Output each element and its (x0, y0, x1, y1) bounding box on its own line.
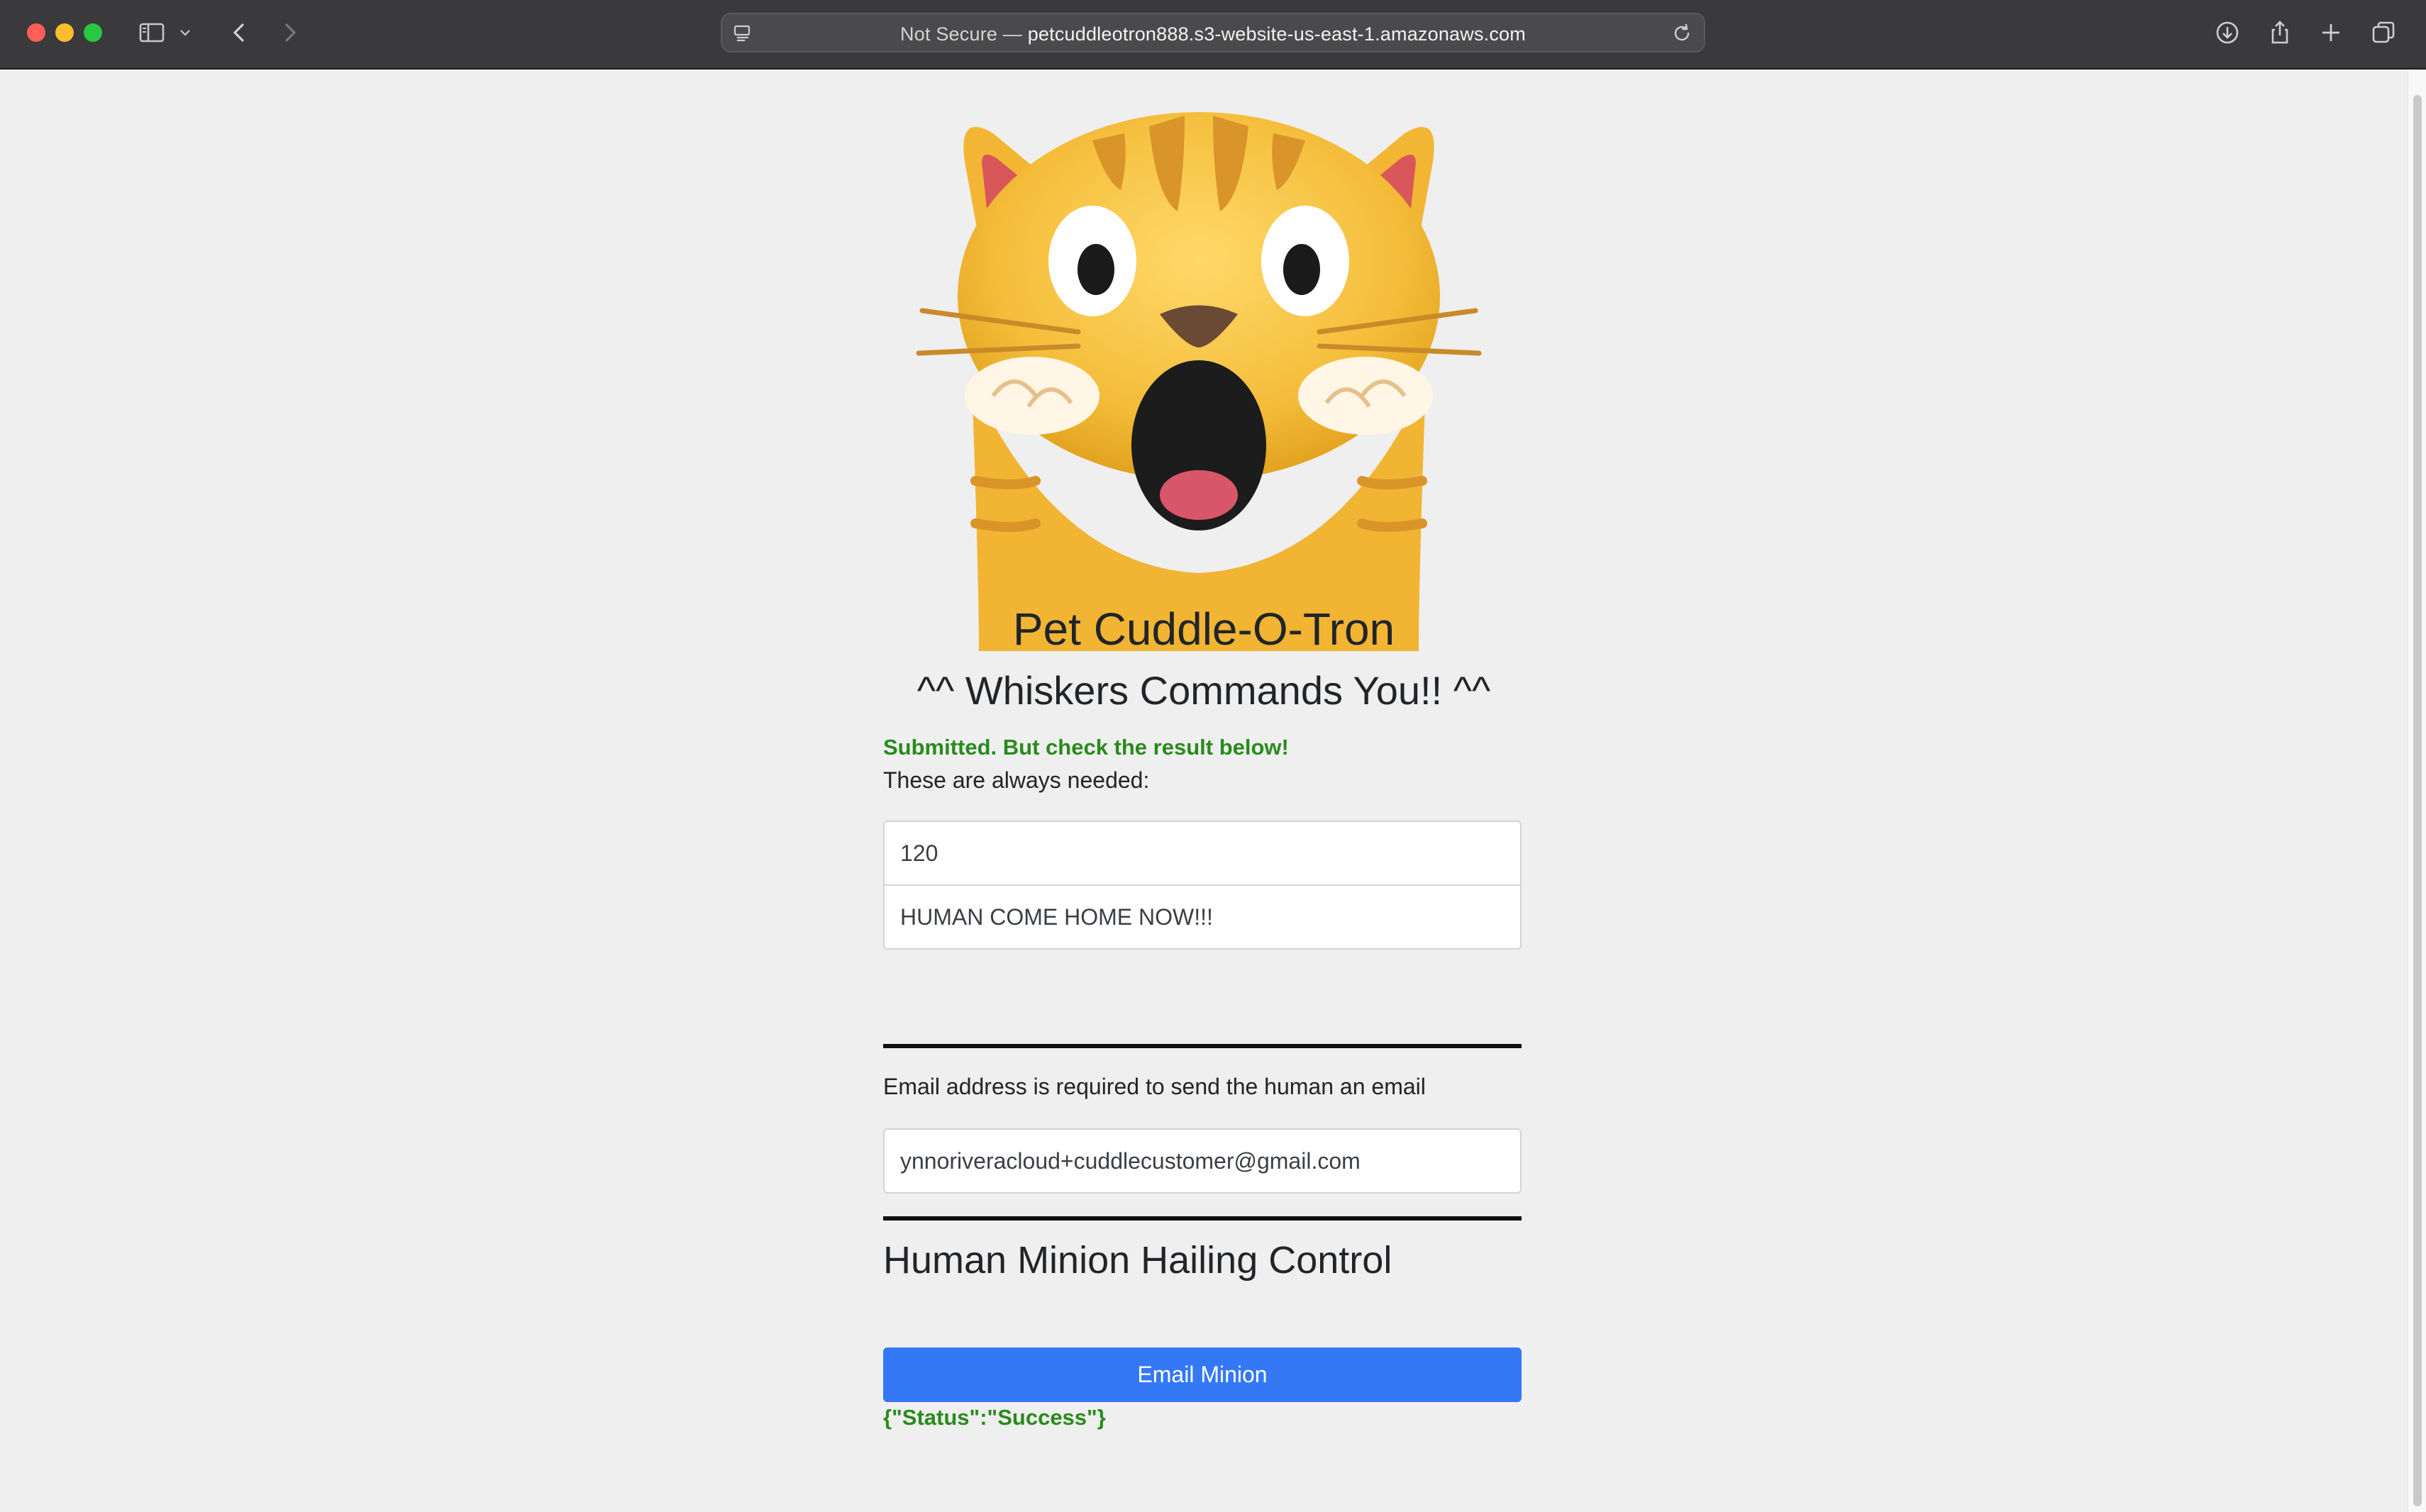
forward-icon[interactable] (272, 16, 306, 50)
address-bar[interactable]: Not Secure — petcuddleotron888.s3-websit… (721, 13, 1705, 52)
back-icon[interactable] (223, 16, 257, 50)
email-minion-button[interactable]: Email Minion (883, 1347, 1522, 1402)
submit-status-message: Submitted. But check the result below! (883, 735, 1289, 760)
waitseconds-input[interactable]: 120 (883, 821, 1522, 886)
tab-overview-icon[interactable] (2366, 16, 2400, 50)
close-window-button[interactable] (27, 23, 45, 42)
minimize-window-button[interactable] (55, 23, 74, 42)
divider (883, 1216, 1522, 1221)
divider (883, 1044, 1522, 1048)
always-needed-label: These are always needed: (883, 767, 1150, 793)
zoom-window-button[interactable] (84, 23, 102, 42)
reload-icon[interactable] (1670, 21, 1694, 45)
address-host: petcuddleotron888.s3-website-us-east-1.a… (1027, 23, 1526, 45)
email-input[interactable]: ynnoriveracloud+cuddlecustomer@gmail.com (883, 1128, 1522, 1194)
scrollbar-thumb[interactable] (2413, 95, 2422, 1506)
download-icon[interactable] (2210, 16, 2244, 50)
address-text[interactable]: Not Secure — petcuddleotron888.s3-websit… (722, 23, 1704, 45)
control-section-title: Human Minion Hailing Control (883, 1239, 1392, 1282)
vertical-scrollbar[interactable] (2408, 71, 2426, 1512)
browser-toolbar: Not Secure — petcuddleotron888.s3-websit… (0, 0, 2426, 70)
new-tab-icon[interactable] (2314, 16, 2348, 50)
chevron-down-icon[interactable] (175, 16, 196, 50)
not-secure-label: Not Secure — (900, 23, 1028, 45)
sidebar-icon[interactable] (135, 16, 169, 50)
share-icon[interactable] (2263, 16, 2297, 50)
result-status: {"Status":"Success"} (883, 1405, 1106, 1430)
message-input[interactable]: HUMAN COME HOME NOW!!! (883, 886, 1522, 950)
email-label: Email address is required to send the hu… (883, 1074, 1426, 1099)
screaming-cat-image (915, 84, 1483, 651)
page-subtitle: ^^ Whiskers Commands You!! ^^ (916, 668, 1491, 713)
page-title: Pet Cuddle-O-Tron (1012, 604, 1395, 655)
